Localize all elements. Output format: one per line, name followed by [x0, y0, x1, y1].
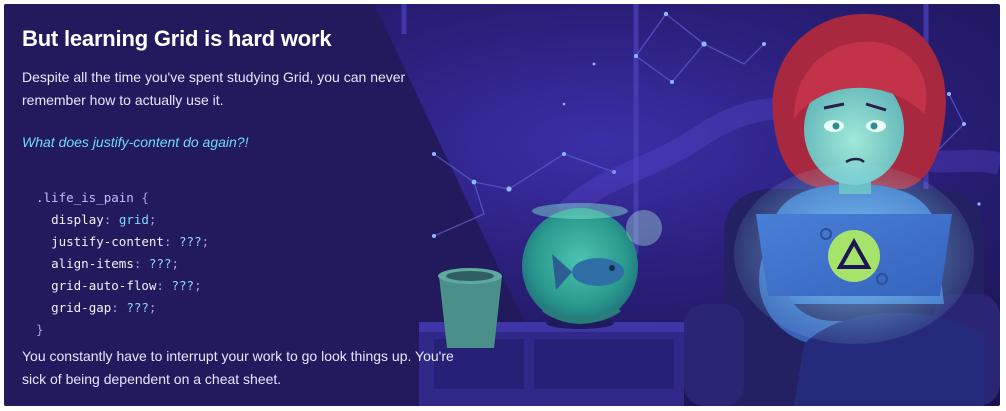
- fish-bowl: [522, 203, 662, 329]
- code-close-line: }: [36, 319, 209, 341]
- css-property: justify-content: [51, 234, 164, 249]
- code-declaration: grid-gap: ???;: [51, 300, 157, 315]
- code-declaration: justify-content: ???;: [51, 234, 210, 249]
- intro-paragraph: Despite all the time you've spent studyi…: [22, 69, 406, 108]
- text-panel: But learning Grid is hard work Despite a…: [4, 4, 474, 406]
- css-value: ???: [171, 278, 195, 293]
- page-title: But learning Grid is hard work: [22, 26, 332, 51]
- open-brace: {: [141, 190, 149, 205]
- code-declaration: grid-auto-flow: ???;: [51, 278, 202, 293]
- code-declaration: align-items: ???;: [51, 256, 180, 271]
- outro-paragraph: You constantly have to interrupt your wo…: [22, 348, 454, 387]
- hero-section: But learning Grid is hard work Despite a…: [4, 4, 1000, 406]
- css-property: align-items: [51, 256, 134, 271]
- css-value: ???: [148, 256, 172, 271]
- css-property: display: [51, 212, 104, 227]
- code-selector-line: .life_is_pain {: [36, 187, 209, 209]
- highlight-question: What does justify-content do again?!: [22, 134, 249, 150]
- css-property: grid-auto-flow: [51, 278, 157, 293]
- logo-icon: [828, 230, 880, 282]
- css-property: grid-gap: [51, 300, 112, 315]
- laptop: [734, 164, 974, 344]
- css-value: ???: [179, 234, 202, 249]
- css-value: ???: [126, 300, 149, 315]
- code-snippet: .life_is_pain { display: grid; justify-c…: [36, 187, 209, 341]
- css-selector: .life_is_pain: [36, 190, 134, 205]
- code-declaration: display: grid;: [51, 212, 157, 227]
- close-brace: }: [36, 322, 44, 337]
- css-value: grid: [118, 212, 149, 227]
